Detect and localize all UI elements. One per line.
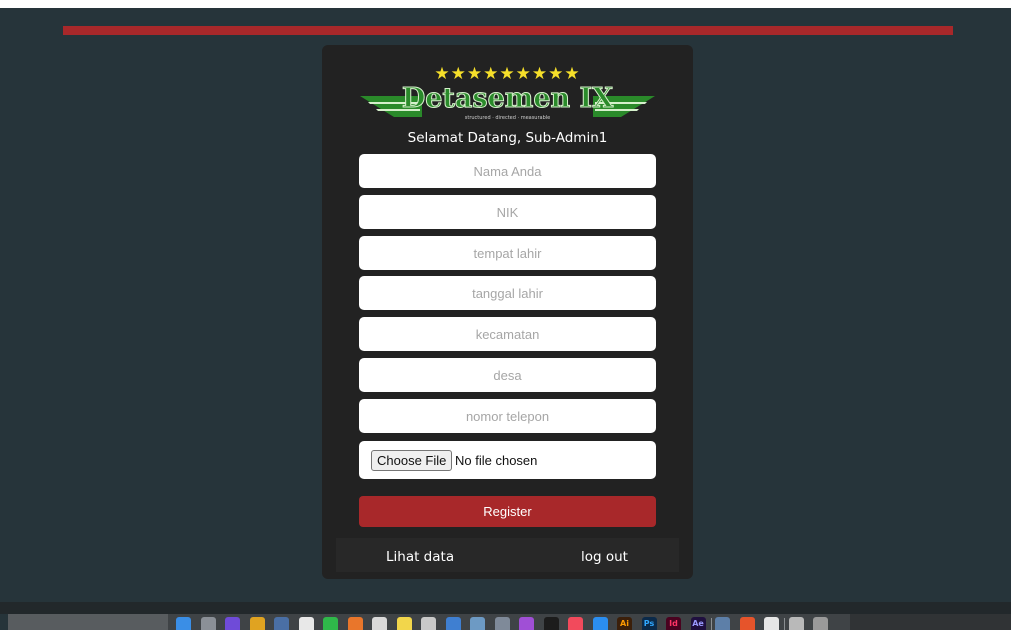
register-panel: ★★★★★★★★★ Detasemen IX structured · dire… (322, 45, 693, 579)
trash-icon[interactable] (813, 617, 828, 630)
charts-icon[interactable] (445, 617, 461, 630)
books-icon[interactable] (347, 617, 363, 630)
files-icon[interactable] (421, 617, 436, 630)
bottom-nav: Lihat data log out (336, 538, 679, 572)
tv-icon[interactable] (543, 617, 559, 630)
dock-separator (784, 618, 785, 630)
dock-separator (710, 618, 712, 630)
logo-wordmark: Detasemen IX (401, 83, 614, 115)
notes-icon[interactable] (274, 617, 289, 630)
app-store-icon[interactable] (592, 617, 608, 630)
name-field[interactable] (359, 154, 656, 188)
document-icon[interactable] (372, 617, 387, 630)
printer-icon[interactable] (788, 617, 804, 630)
register-button[interactable]: Register (359, 496, 656, 527)
desktop-gap (0, 602, 1011, 614)
calendar-icon[interactable] (298, 617, 314, 630)
indesign-icon[interactable]: Id (666, 617, 681, 630)
taskbar-left (8, 614, 168, 630)
logo-tagline: structured · directed · measurable (464, 115, 551, 121)
finder-icon[interactable] (176, 617, 191, 630)
birthplace-field[interactable] (359, 236, 656, 270)
birthdate-field[interactable] (359, 276, 656, 310)
photos-icon[interactable] (494, 617, 510, 630)
logout-link[interactable]: log out (581, 548, 628, 566)
after-effects-icon[interactable]: Ae (690, 617, 706, 630)
preview-icon[interactable] (715, 617, 730, 630)
view-data-link[interactable]: Lihat data (386, 548, 454, 566)
browser-icon[interactable] (739, 617, 755, 630)
phone-field[interactable] (359, 399, 656, 433)
dock: Ai Ps Id Ae (168, 614, 850, 630)
header-accent-bar (63, 26, 953, 35)
illustrator-icon[interactable]: Ai (617, 617, 632, 630)
siri-icon[interactable] (225, 617, 240, 630)
photoshop-icon[interactable]: Ps (641, 617, 657, 630)
podcasts-icon[interactable] (519, 617, 534, 630)
chrome-icon[interactable] (249, 617, 265, 630)
file-upload-field: Choose File No file chosen (359, 441, 656, 479)
pages-icon[interactable] (764, 617, 779, 630)
file-status: No file chosen (455, 453, 538, 468)
top-strip (0, 0, 1011, 8)
choose-file-button[interactable]: Choose File (371, 450, 453, 471)
nik-field[interactable] (359, 195, 656, 229)
logo-stars: ★★★★★★★★★ (434, 64, 581, 84)
stickies-icon[interactable] (396, 617, 412, 630)
welcome-message: Selamat Datang, Sub-Admin1 (407, 130, 608, 146)
whatsapp-icon[interactable] (323, 617, 338, 630)
district-field[interactable] (359, 317, 656, 351)
taskbar-right (850, 614, 1011, 630)
village-field[interactable] (359, 358, 656, 392)
launchpad-icon[interactable] (200, 617, 216, 630)
music-icon[interactable] (568, 617, 583, 630)
scripts-icon[interactable] (470, 617, 485, 630)
